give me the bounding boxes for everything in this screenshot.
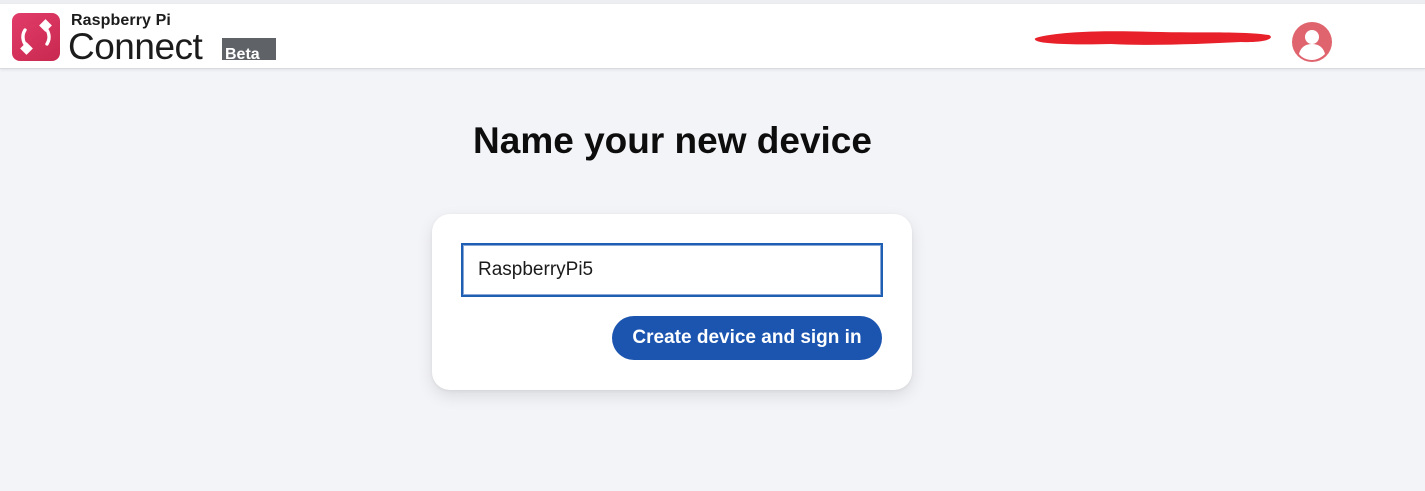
brand-product-name: Connect (68, 26, 203, 67)
create-device-button[interactable]: Create device and sign in (612, 316, 882, 360)
connect-logo-icon[interactable] (12, 13, 60, 61)
device-name-card: Create device and sign in (432, 214, 912, 390)
device-name-input[interactable] (461, 243, 883, 297)
app-header: Raspberry Pi Connect Beta (0, 4, 1425, 69)
beta-badge: Beta (222, 38, 276, 60)
redaction-mark (1034, 31, 1271, 45)
user-avatar-icon[interactable] (1291, 21, 1333, 63)
page-title: Name your new device (473, 120, 872, 161)
